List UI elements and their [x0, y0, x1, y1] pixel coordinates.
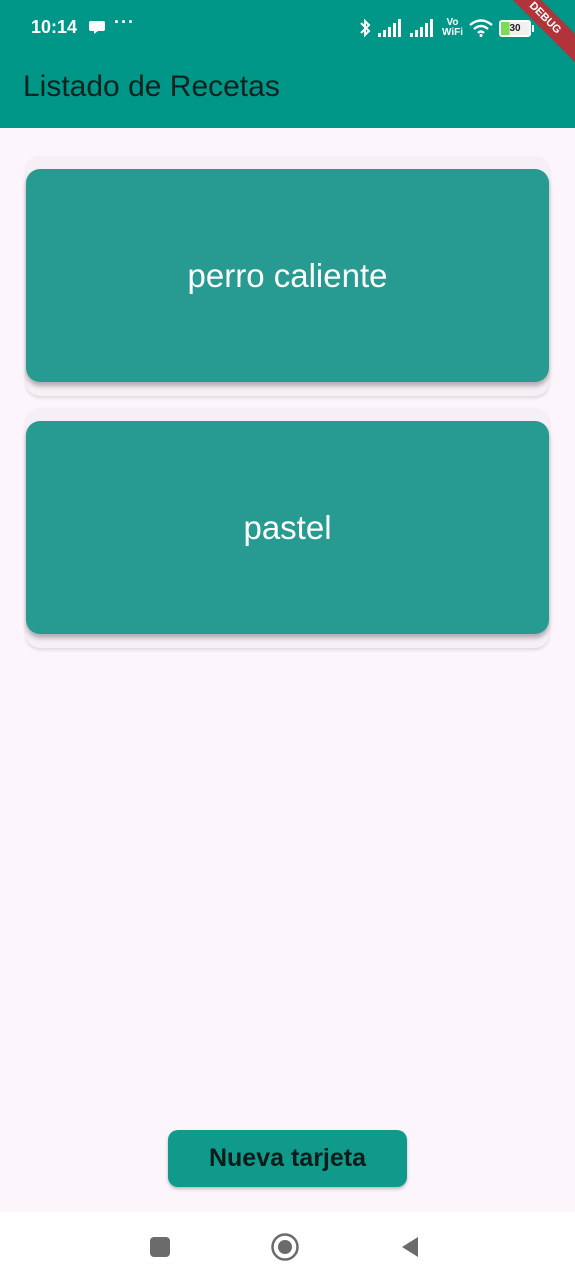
status-time: 10:14 — [31, 17, 78, 37]
signal-icon — [377, 19, 401, 37]
app-bar: Listado de Recetas — [0, 56, 575, 128]
vowifi-icon: Vo WiFi — [442, 18, 463, 38]
recipe-card-label: pastel — [243, 508, 332, 546]
recipe-list: perro caliente pastel Nueva tarjeta — [0, 128, 575, 1212]
wifi-icon — [469, 19, 493, 37]
recipe-card[interactable]: perro caliente — [26, 169, 549, 382]
recent-apps-icon — [150, 1237, 170, 1257]
chat-bubble-icon — [89, 21, 105, 34]
recent-apps-button[interactable] — [145, 1232, 175, 1262]
back-button[interactable] — [395, 1232, 425, 1262]
card-container: perro caliente — [26, 156, 549, 396]
status-bar: 10:14 ··· Vo WiFi 30 — [0, 0, 575, 56]
more-notifications-icon: ··· — [114, 12, 135, 32]
vowifi-bottom-label: WiFi — [441, 27, 463, 38]
system-nav-bar — [0, 1212, 575, 1280]
battery-icon: 30 — [499, 19, 534, 37]
card-container: pastel — [26, 408, 549, 648]
bluetooth-icon — [360, 18, 371, 38]
recipe-card-label: perro caliente — [187, 256, 388, 294]
new-card-button[interactable]: Nueva tarjeta — [168, 1130, 407, 1187]
recipe-card[interactable]: pastel — [26, 421, 549, 634]
home-button[interactable] — [270, 1232, 300, 1262]
battery-level: 30 — [509, 22, 521, 34]
home-icon — [271, 1233, 299, 1261]
status-icons: Vo WiFi 30 — [358, 14, 534, 42]
signal-icon — [409, 19, 433, 37]
page-title: Listado de Recetas — [23, 70, 280, 103]
back-icon — [402, 1237, 418, 1257]
